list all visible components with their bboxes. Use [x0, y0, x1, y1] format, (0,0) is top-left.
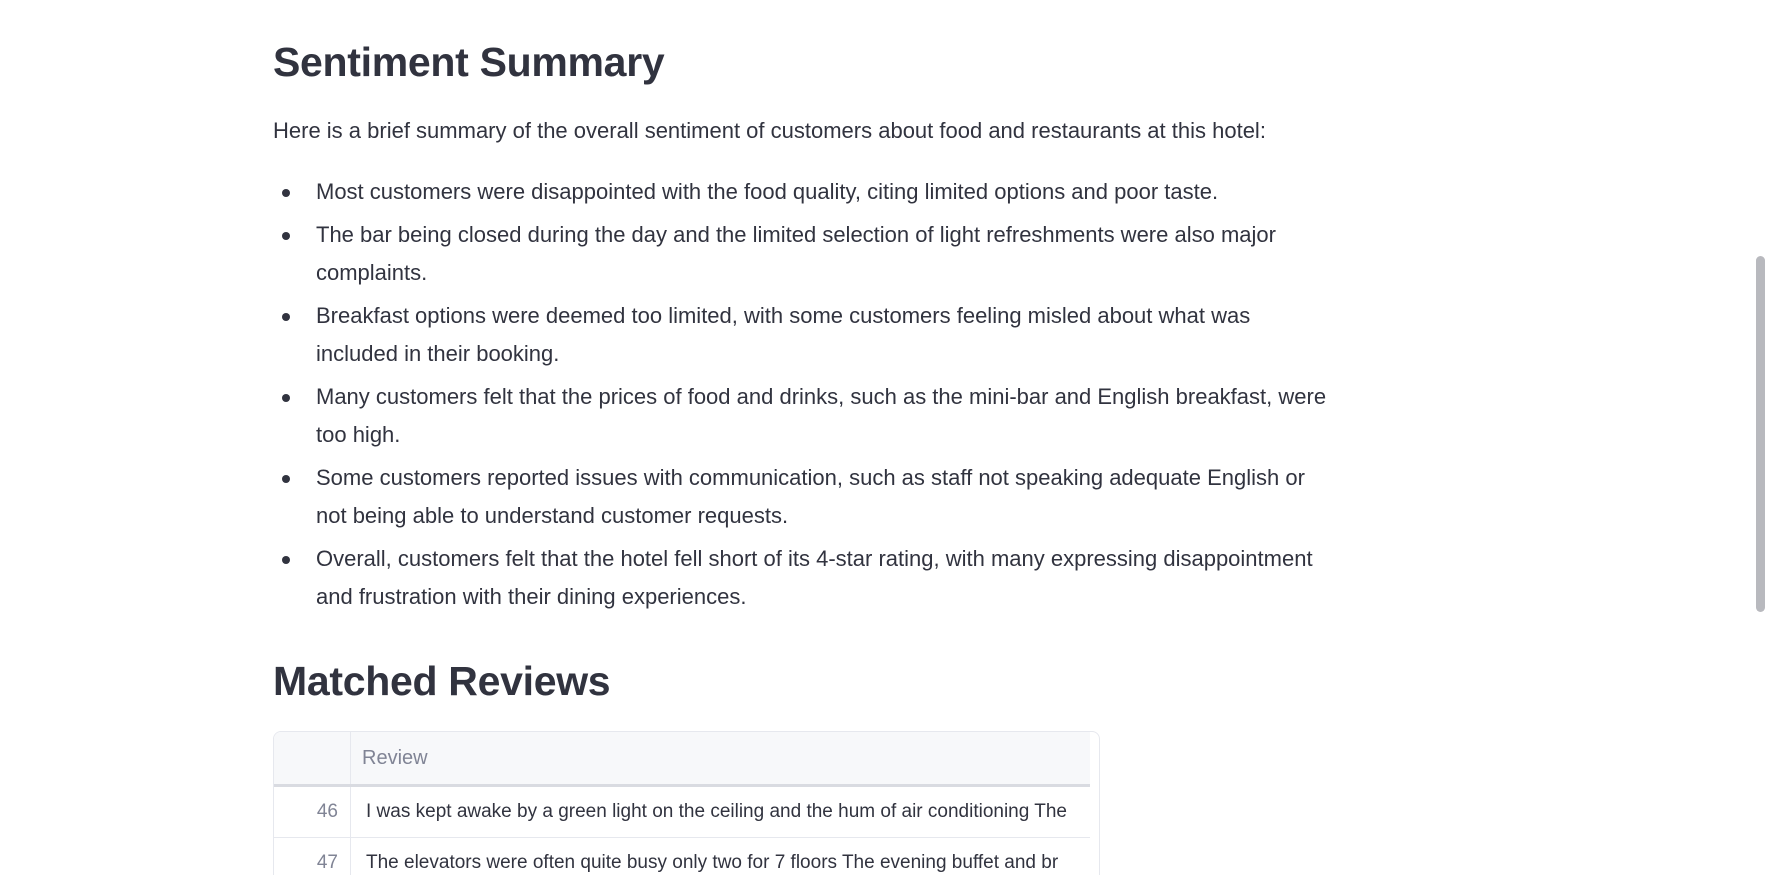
matched-reviews-heading: Matched Reviews [273, 658, 611, 704]
row-index: 47 [274, 838, 351, 875]
summary-bullet: Most customers were disappointed with th… [282, 173, 1336, 212]
summary-bullet-list: Most customers were disappointed with th… [273, 173, 1336, 621]
summary-bullet: Some customers reported issues with comm… [282, 459, 1336, 536]
table-row[interactable]: 47 The elevators were often quite busy o… [274, 838, 1090, 875]
summary-intro-text: Here is a brief summary of the overall s… [273, 118, 1266, 143]
row-index: 46 [274, 787, 351, 837]
summary-bullet: Overall, customers felt that the hotel f… [282, 540, 1336, 617]
page: Sentiment Summary Here is a brief summar… [0, 0, 1765, 875]
summary-bullet: Breakfast options were deemed too limite… [282, 297, 1336, 374]
index-column-header[interactable] [274, 732, 351, 784]
review-column-header[interactable]: Review [362, 732, 428, 784]
sentiment-summary-heading: Sentiment Summary [273, 39, 665, 85]
row-review-cell[interactable]: The elevators were often quite busy only… [366, 838, 1090, 875]
table-row[interactable]: 46 I was kept awake by a green light on … [274, 787, 1090, 838]
summary-bullet: The bar being closed during the day and … [282, 216, 1336, 293]
summary-bullet: Many customers felt that the prices of f… [282, 378, 1336, 455]
page-scrollbar[interactable] [1756, 256, 1765, 612]
row-review-cell[interactable]: I was kept awake by a green light on the… [366, 787, 1090, 837]
reviews-table[interactable]: Review 46 I was kept awake by a green li… [273, 731, 1100, 875]
table-header: Review [274, 732, 1090, 787]
